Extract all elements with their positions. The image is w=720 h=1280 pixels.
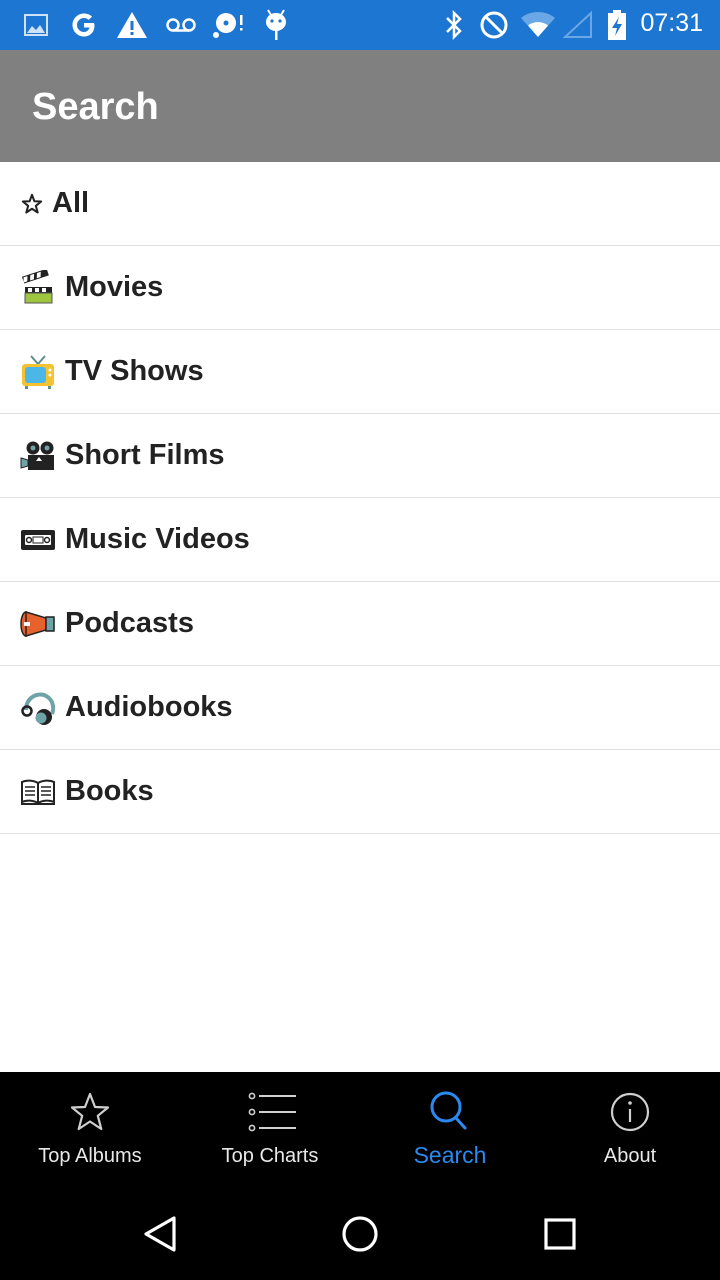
tab-label: Search: [413, 1142, 487, 1168]
star-outline-icon: [66, 1088, 114, 1136]
system-nav-bar: [0, 1184, 720, 1280]
tab-label: About: [603, 1145, 657, 1167]
bluetooth-icon: [442, 10, 466, 40]
category-list: All Movies TV Shows Short Films Music Vi…: [0, 162, 720, 834]
megaphone-icon: [20, 606, 56, 642]
voicemail-icon: [164, 10, 198, 40]
do-not-disturb-icon: [478, 10, 510, 40]
category-item-movies[interactable]: Movies: [0, 246, 720, 330]
category-item-tv-shows[interactable]: TV Shows: [0, 330, 720, 414]
category-label: Podcasts: [65, 607, 194, 639]
recents-button[interactable]: [538, 1212, 582, 1256]
star-icon: [20, 186, 44, 222]
list-icon: [246, 1088, 296, 1136]
warning-icon: [115, 10, 149, 40]
android-debug-icon: [262, 9, 290, 40]
tab-top-charts[interactable]: Top Charts: [180, 1072, 360, 1184]
page-title: Search: [32, 86, 159, 128]
headphones-icon: [20, 690, 56, 726]
battery-charging-icon: [606, 10, 628, 40]
image-icon: [22, 10, 50, 40]
wifi-icon: [520, 10, 556, 40]
google-icon: [68, 10, 100, 40]
tab-about[interactable]: About: [540, 1072, 720, 1184]
category-label: Music Videos: [65, 523, 250, 555]
videocassette-icon: [20, 522, 56, 558]
category-label: All: [52, 187, 90, 219]
category-label: Books: [65, 775, 154, 807]
movie-camera-icon: [20, 438, 56, 474]
category-label: Audiobooks: [65, 691, 233, 723]
search-icon: [426, 1088, 474, 1136]
category-item-short-films[interactable]: Short Films: [0, 414, 720, 498]
tab-search[interactable]: Search: [360, 1072, 540, 1184]
tab-label: Top Charts: [221, 1145, 319, 1167]
app-bar: Search: [0, 50, 720, 162]
back-button[interactable]: [138, 1212, 182, 1256]
category-item-podcasts[interactable]: Podcasts: [0, 582, 720, 666]
category-item-all[interactable]: All: [0, 162, 720, 246]
category-item-books[interactable]: Books: [0, 750, 720, 834]
tab-label: Top Albums: [38, 1145, 142, 1167]
category-item-music-videos[interactable]: Music Videos: [0, 498, 720, 582]
open-book-icon: [20, 774, 56, 810]
tab-top-albums[interactable]: Top Albums: [0, 1072, 180, 1184]
info-icon: [606, 1088, 654, 1136]
category-label: Short Films: [65, 439, 225, 471]
status-bar: 07:31: [0, 0, 720, 50]
category-label: TV Shows: [65, 355, 204, 387]
category-item-audiobooks[interactable]: Audiobooks: [0, 666, 720, 750]
category-label: Movies: [65, 271, 164, 303]
disc-alert-icon: [212, 10, 246, 40]
bottom-tab-bar: Top Albums Top Charts Search About: [0, 1072, 720, 1184]
cell-signal-icon: [562, 10, 594, 40]
home-button[interactable]: [338, 1212, 382, 1256]
clapperboard-icon: [20, 269, 56, 306]
television-icon: [20, 354, 56, 390]
clock: 07:31: [640, 9, 703, 37]
